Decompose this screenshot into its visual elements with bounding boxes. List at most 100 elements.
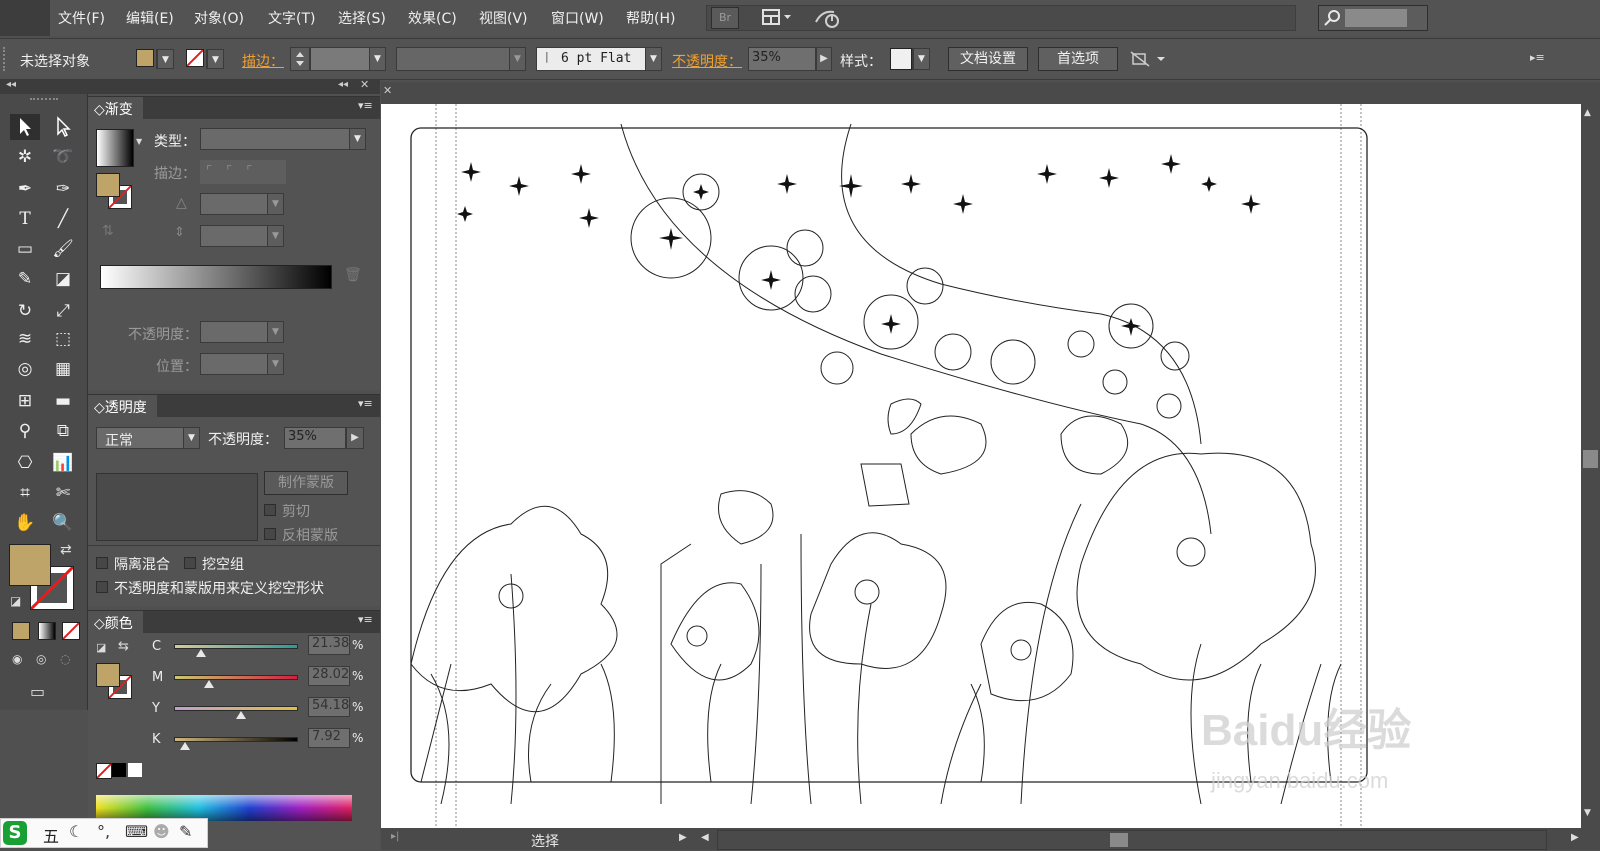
color-mode-icon[interactable] xyxy=(12,622,30,640)
gradient-position-field[interactable]: ▼ xyxy=(200,353,284,375)
sync-settings-icon[interactable] xyxy=(812,6,842,30)
menu-help[interactable]: 帮助(H) xyxy=(626,8,675,28)
gradient-panel-menu-icon[interactable]: ▾≡ xyxy=(358,99,373,112)
gradient-fill-swatch[interactable] xyxy=(96,173,120,197)
zoom-tool-icon[interactable]: 🔍 xyxy=(48,510,78,536)
punctuation-icon[interactable]: °, xyxy=(97,822,110,841)
channel-c-thumb[interactable] xyxy=(195,649,206,657)
stroke-weight-field[interactable]: ▼ xyxy=(310,47,386,71)
settings-wrench-icon[interactable]: ✎ xyxy=(179,822,192,841)
channel-k-value[interactable]: 7.92 xyxy=(308,728,350,748)
scroll-down-icon[interactable]: ▼ xyxy=(1584,808,1591,818)
eraser-tool-icon[interactable]: ◪ xyxy=(48,266,78,292)
transparency-tab[interactable]: ◇透明度 xyxy=(88,395,157,417)
gradient-tab[interactable]: ◇渐变 xyxy=(88,97,143,119)
none-color-swatch[interactable] xyxy=(96,763,112,779)
isolate-icon[interactable] xyxy=(1130,49,1170,69)
graphic-style-dropdown[interactable]: ▼ xyxy=(912,48,930,70)
tools-grip[interactable] xyxy=(30,98,58,103)
document-setup-button[interactable]: 文档设置 xyxy=(948,47,1028,71)
curvature-tool-icon[interactable]: ✑ xyxy=(48,176,78,202)
gradient-opacity-field[interactable]: ▼ xyxy=(200,321,284,343)
channel-c-value[interactable]: 21.38 xyxy=(308,635,350,655)
color-tab[interactable]: ◇颜色 xyxy=(88,611,143,633)
color-panel-menu-icon[interactable]: ▾≡ xyxy=(358,613,373,626)
type-tool-icon[interactable]: T xyxy=(10,206,40,232)
invert-mask-checkbox[interactable] xyxy=(264,528,276,540)
layout-grid-icon[interactable] xyxy=(760,7,796,29)
color-fill-swatch[interactable] xyxy=(96,663,120,687)
stroke-swatch[interactable] xyxy=(186,49,204,67)
gradient-preview[interactable] xyxy=(96,129,134,167)
scale-tool-icon[interactable]: ⤢ xyxy=(48,298,78,324)
channel-m-thumb[interactable] xyxy=(204,680,215,688)
channel-k-thumb[interactable] xyxy=(179,742,190,750)
default-colors-icon[interactable]: ◪ xyxy=(10,594,21,608)
user-icon[interactable]: ☻ xyxy=(153,822,170,841)
stroke-grad-within-icon[interactable]: ⌜ xyxy=(206,164,212,179)
keyboard-icon[interactable]: ⌨ xyxy=(125,822,148,841)
gradient-slider[interactable] xyxy=(100,265,332,289)
ime-logo-icon[interactable]: S xyxy=(3,821,27,845)
menu-window[interactable]: 窗口(W) xyxy=(551,8,604,28)
transparency-opacity-field[interactable]: 35% xyxy=(284,427,346,449)
menu-effect[interactable]: 效果(C) xyxy=(408,8,457,28)
mesh-tool-icon[interactable]: ⊞ xyxy=(10,388,40,414)
channel-k-slider[interactable] xyxy=(174,737,298,750)
status-tool-name[interactable]: 选择 xyxy=(531,831,559,851)
transparency-opacity-arrow[interactable]: ▶ xyxy=(346,427,364,449)
rectangle-tool-icon[interactable]: ▭ xyxy=(10,236,40,262)
channel-y-thumb[interactable] xyxy=(235,711,246,719)
rotate-tool-icon[interactable]: ↻ xyxy=(10,298,40,324)
line-tool-icon[interactable]: ╱ xyxy=(48,206,78,232)
opacity-label[interactable]: 不透明度： xyxy=(672,51,742,71)
scroll-left-icon[interactable]: ◀ xyxy=(701,832,709,843)
brush-definition[interactable]: | 6 pt Flat ▼ xyxy=(536,47,662,71)
draw-behind-icon[interactable]: ◎ xyxy=(36,652,46,666)
width-tool-icon[interactable]: ≋ xyxy=(10,326,40,352)
none-mode-icon[interactable] xyxy=(62,622,80,640)
collapse-icon[interactable]: ◂◂ xyxy=(6,79,16,90)
column-graph-tool-icon[interactable]: 📊 xyxy=(48,450,78,476)
vertical-scroll-thumb[interactable] xyxy=(1583,450,1598,468)
variable-width-profile[interactable]: ▼ xyxy=(396,47,526,71)
clip-checkbox[interactable] xyxy=(264,504,276,516)
paintbrush-tool-icon[interactable]: 🖌 xyxy=(48,236,78,262)
stroke-grad-along-icon[interactable]: ⌜ xyxy=(226,164,232,179)
isolate-blending-checkbox[interactable] xyxy=(96,557,108,569)
grip-handle[interactable] xyxy=(3,47,9,71)
selection-tool-icon[interactable] xyxy=(10,114,40,140)
ime-mode[interactable]: 五 xyxy=(43,823,59,847)
graphic-style-swatch[interactable] xyxy=(890,48,912,70)
moon-icon[interactable]: ☾ xyxy=(69,822,83,841)
shape-builder-tool-icon[interactable]: ◎ xyxy=(10,356,40,382)
default-fill-stroke-icon[interactable]: ◪ xyxy=(96,641,106,654)
gradient-angle-field[interactable]: ▼ xyxy=(200,193,284,215)
delete-stop-icon[interactable]: 🗑 xyxy=(344,267,362,283)
screen-mode-icon[interactable]: ▭ xyxy=(30,682,45,701)
stroke-label[interactable]: 描边： xyxy=(242,51,284,71)
blend-tool-icon[interactable]: ⧉ xyxy=(48,418,78,444)
black-swatch[interactable] xyxy=(112,763,126,777)
scroll-up-icon[interactable]: ▲ xyxy=(1584,108,1591,118)
status-menu-arrow-icon[interactable]: ▶ xyxy=(679,832,687,843)
vertical-scrollbar[interactable]: ▲ ▼ xyxy=(1581,104,1600,828)
blend-mode-dropdown[interactable]: 正常 ▼ xyxy=(96,427,200,449)
magic-wand-tool-icon[interactable]: ✲ xyxy=(10,144,40,170)
stroke-dropdown[interactable]: ▼ xyxy=(206,49,224,69)
horizontal-scroll-thumb[interactable] xyxy=(1110,833,1128,847)
opacity-arrow[interactable]: ▶ xyxy=(816,47,832,71)
symbol-sprayer-tool-icon[interactable]: ⎔ xyxy=(10,450,40,476)
transparency-panel-menu-icon[interactable]: ▾≡ xyxy=(358,397,373,410)
perspective-grid-tool-icon[interactable]: ▦ xyxy=(48,356,78,382)
menu-select[interactable]: 选择(S) xyxy=(338,8,386,28)
search-box[interactable] xyxy=(1318,5,1428,31)
preferences-button[interactable]: 首选项 xyxy=(1038,47,1118,71)
stroke-weight-stepper[interactable] xyxy=(290,47,310,71)
fill-dropdown[interactable]: ▼ xyxy=(156,49,174,69)
menu-object[interactable]: 对象(O) xyxy=(194,8,244,28)
channel-m-value[interactable]: 28.02 xyxy=(308,666,350,686)
stroke-gradient-options[interactable]: ⌜ ⌜ ⌜ xyxy=(200,160,286,184)
direct-selection-tool-icon[interactable] xyxy=(48,114,78,140)
dock-collapse-icon[interactable]: ◂◂ xyxy=(338,79,348,90)
